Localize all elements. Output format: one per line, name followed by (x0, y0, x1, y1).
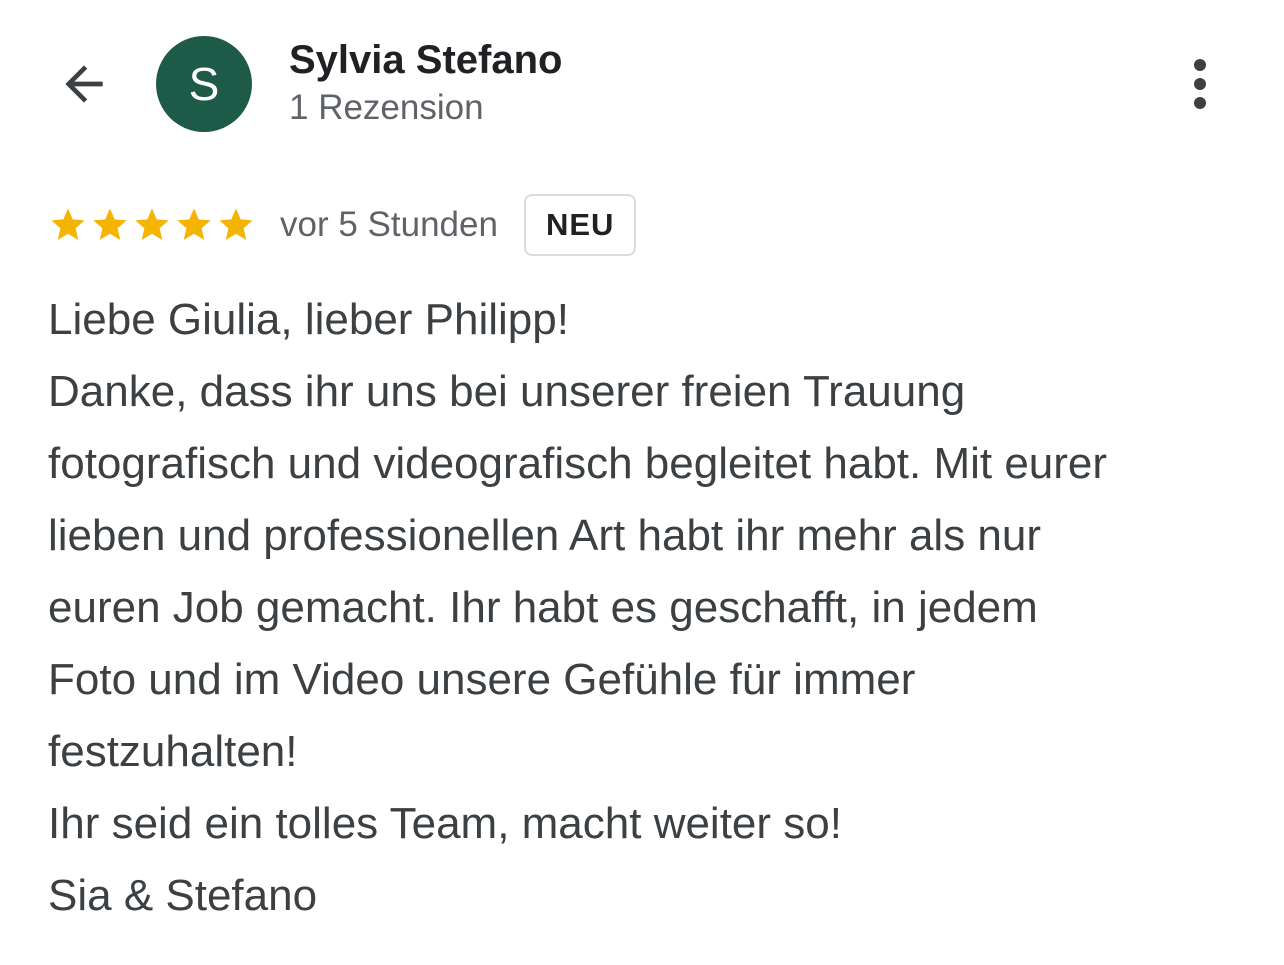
review-text-line: Ihr seid ein tolles Team, macht weiter s… (48, 799, 842, 848)
star-icon (51, 208, 85, 240)
review-time: vor 5 Stunden (280, 205, 498, 244)
review-text-line: lieben und professionellen Art habt ihr … (48, 511, 1042, 560)
review-count: 1 Rezension (289, 88, 484, 127)
review-text-line: fotografisch und videografisch begleitet… (48, 439, 1108, 488)
avatar[interactable]: S (156, 36, 252, 132)
star-icon (93, 208, 127, 240)
more-vertical-icon (1194, 59, 1206, 71)
star-icon (219, 208, 253, 240)
review-header: S Sylvia Stefano 1 Rezension (0, 0, 1284, 170)
review-text-line: Sia & Stefano (48, 871, 318, 920)
review-text-line: Liebe Giulia, lieber Philipp! (48, 295, 569, 344)
arrow-back-icon (65, 65, 103, 103)
star-icon (177, 208, 211, 240)
more-vertical-icon-dot (1194, 78, 1206, 90)
back-button[interactable] (52, 52, 116, 116)
review-text-line: Danke, dass ihr uns bei unserer freien T… (48, 367, 966, 416)
avatar-letter: S (188, 58, 220, 110)
review-text: Liebe Giulia, lieber Philipp! Danke, dass… (48, 284, 1248, 932)
review-text-line: euren Job gemacht. Ihr habt es geschafft… (48, 583, 1038, 632)
review-text-line: Foto und im Video unsere Gefühle für imm… (48, 655, 916, 704)
review-text-line: festzuhalten! (48, 727, 298, 776)
more-options-button[interactable] (1176, 52, 1224, 116)
star-icon (135, 208, 169, 240)
star-rating (48, 205, 256, 245)
review-meta: vor 5 Stunden NEU (48, 193, 637, 257)
author-name[interactable]: Sylvia Stefano (289, 38, 562, 83)
new-badge: NEU (523, 194, 637, 256)
more-vertical-icon-dot (1194, 97, 1206, 109)
